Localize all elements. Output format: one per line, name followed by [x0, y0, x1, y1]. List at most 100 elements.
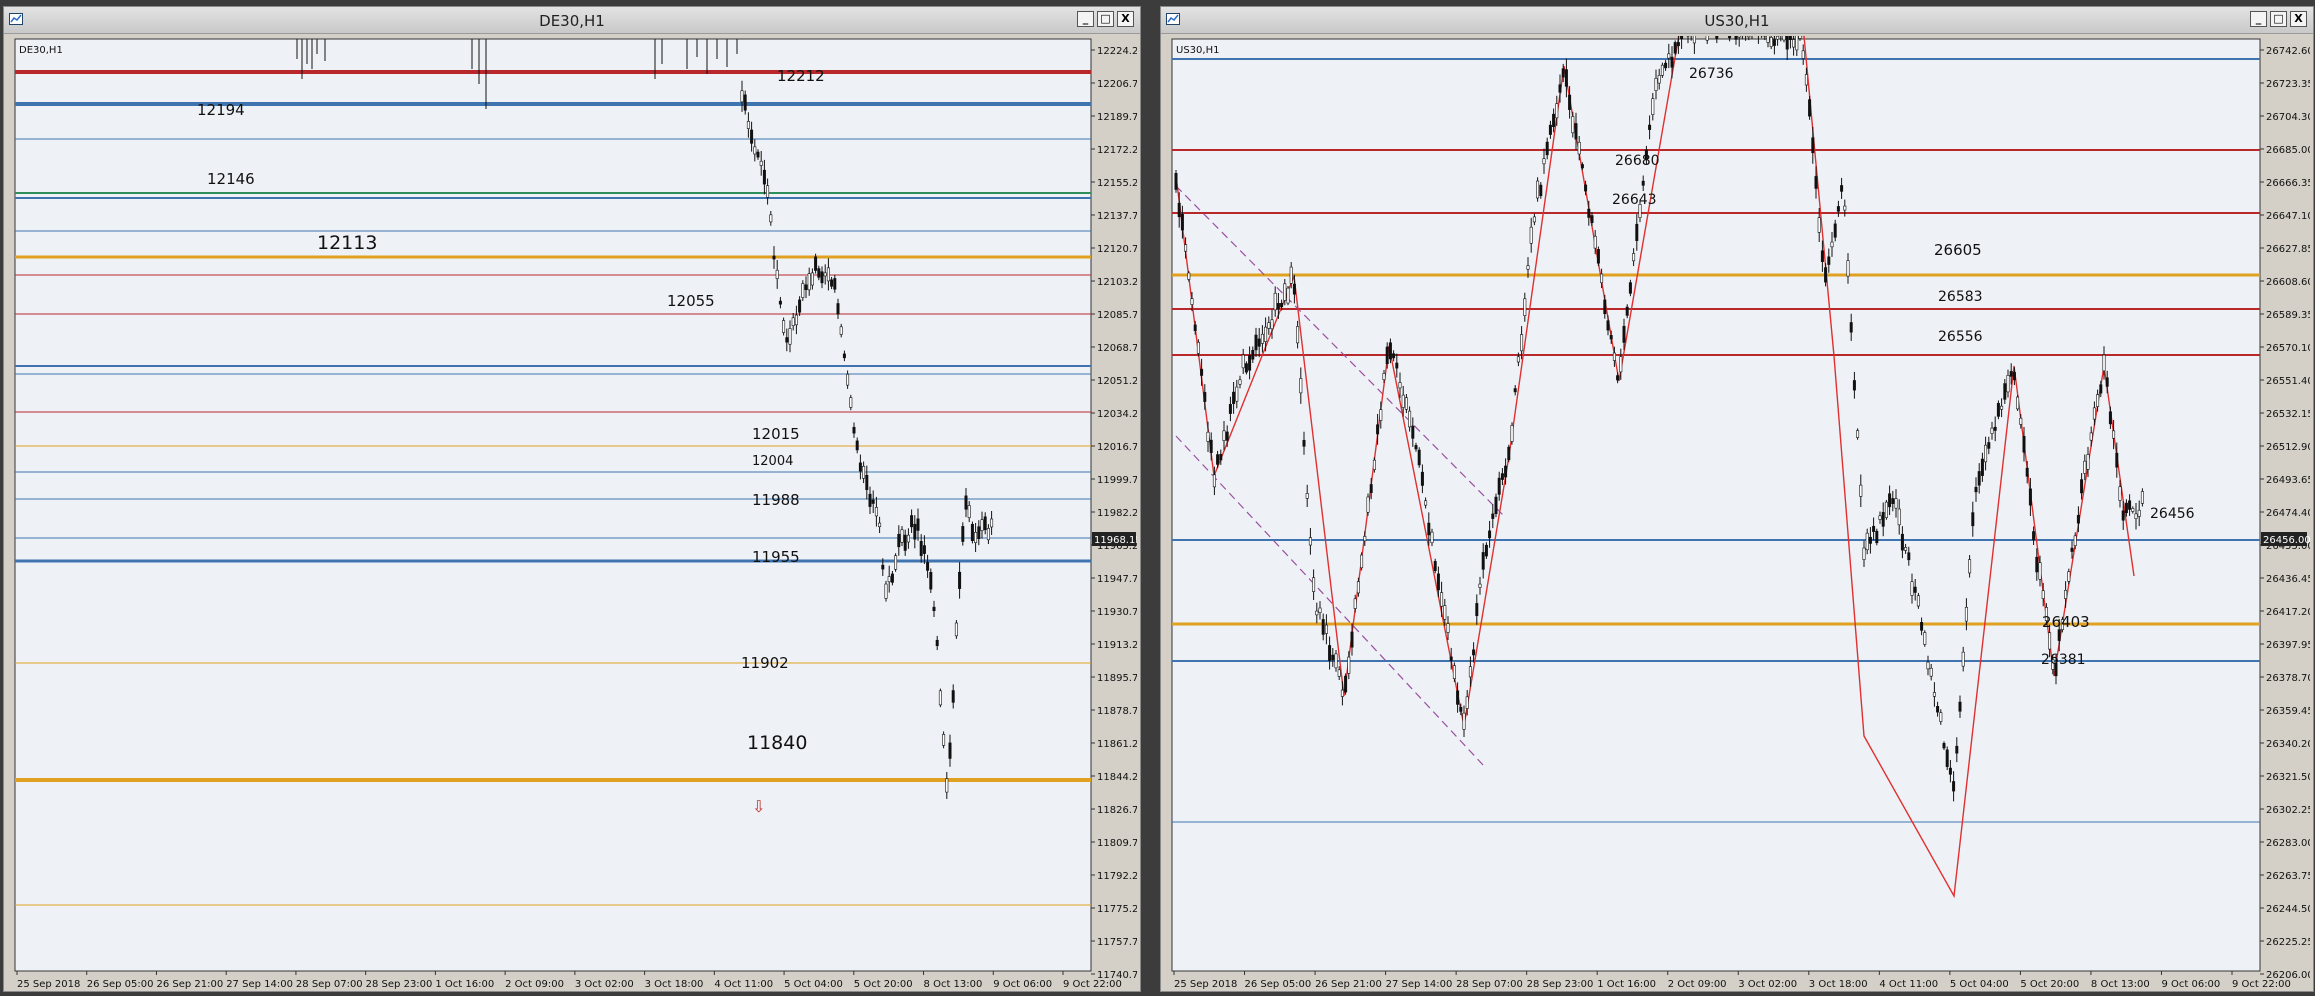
y-tick-label: 26302.25 — [2266, 805, 2310, 816]
candle-body — [1248, 355, 1252, 371]
candle-body — [1267, 322, 1271, 329]
candle-body — [1203, 392, 1207, 402]
candle-body — [798, 299, 802, 313]
minimize-button[interactable]: _ — [1077, 11, 1094, 27]
candle-body — [1846, 260, 1850, 277]
price-chart-us30[interactable]: 26736 26680 26643 26605 26583 26556 26456 26403… — [1164, 36, 2310, 990]
candle-body — [1462, 712, 1466, 730]
window-titlebar[interactable]: US30,H1 _ □ X — [1161, 7, 2313, 34]
candle-body — [906, 534, 910, 543]
candle-body — [932, 606, 936, 612]
candle-body — [1296, 326, 1300, 344]
candle-body — [1286, 287, 1290, 304]
x-tick-label: 3 Oct 02:00 — [575, 979, 634, 990]
candle-body — [1280, 302, 1284, 308]
candle-body — [1398, 382, 1402, 389]
x-tick-label: 9 Oct 22:00 — [2232, 979, 2291, 990]
candle-body — [1600, 273, 1604, 284]
candle-body — [1641, 180, 1645, 186]
x-tick-label: 4 Oct 11:00 — [714, 979, 773, 990]
minimize-button[interactable]: _ — [2250, 11, 2267, 27]
chart-window-us30[interactable]: US30,H1 _ □ X 26736 26680 26643 26605 26583 2… — [1160, 6, 2314, 992]
candle-body — [2076, 515, 2080, 524]
candle-body — [1958, 701, 1962, 712]
candle-body — [1404, 397, 1408, 410]
candle-body — [1619, 356, 1623, 373]
candle-body — [1321, 619, 1325, 635]
candle-body — [769, 214, 773, 223]
candle-body — [1260, 333, 1264, 344]
candle-body — [1484, 544, 1488, 557]
candle-body — [801, 283, 805, 298]
maximize-button[interactable]: □ — [2270, 11, 2287, 27]
candle-body — [1411, 425, 1415, 439]
candle-body — [1340, 689, 1344, 697]
candle-body — [2128, 500, 2132, 510]
candle-body — [1862, 547, 1866, 560]
candle-body — [2022, 435, 2026, 453]
candle-body — [871, 499, 875, 504]
candle-body — [1382, 373, 1386, 380]
candle-body — [1500, 473, 1504, 480]
candle-body — [1673, 42, 1677, 54]
y-tick-label: 11895.71 — [1097, 673, 1137, 684]
candle-body — [1193, 324, 1197, 331]
window-titlebar[interactable]: DE30,H1 _ □ X — [4, 7, 1140, 34]
y-tick-label: 11792.21 — [1097, 871, 1137, 882]
y-tick-label: 12155.21 — [1097, 178, 1137, 189]
level-label: 26583 — [1938, 289, 1983, 305]
candle-body — [942, 734, 946, 746]
candle-body — [1676, 42, 1680, 47]
candle-body — [1414, 445, 1418, 450]
candle-body — [1328, 645, 1332, 661]
candle-body — [1577, 141, 1581, 155]
candle-body — [1443, 605, 1447, 620]
candle-body — [1276, 303, 1280, 309]
candle-body — [1926, 661, 1930, 670]
candle-body — [1980, 458, 1984, 476]
candle-body — [2009, 371, 2013, 377]
y-tick-label: 12206.71 — [1097, 79, 1137, 90]
candle-body — [938, 690, 942, 706]
current-price-label: 26456.00 — [2263, 535, 2310, 546]
candle-body — [1974, 486, 1978, 493]
candle-body — [926, 562, 930, 571]
close-button[interactable]: X — [1117, 11, 1134, 27]
x-tick-label: 8 Oct 13:00 — [2091, 979, 2150, 990]
candle-body — [1401, 394, 1405, 408]
candle-body — [2112, 430, 2116, 439]
candle-body — [1798, 36, 1802, 39]
candle-body — [1344, 675, 1348, 693]
y-tick-label: 12085.71 — [1097, 310, 1137, 321]
candle-body — [804, 284, 808, 291]
y-tick-label: 26340.20 — [2266, 739, 2310, 750]
candle-body — [1558, 84, 1562, 93]
candle-body — [2137, 509, 2141, 517]
candle-body — [954, 622, 958, 637]
candle-body — [1948, 767, 1952, 775]
candle-body — [1353, 598, 1357, 609]
x-tick-label: 26 Sep 05:00 — [87, 979, 154, 990]
candle-body — [2003, 383, 2007, 400]
level-label: 26736 — [1689, 66, 1734, 82]
close-button[interactable]: X — [2290, 11, 2307, 27]
y-tick-label: 11947.71 — [1097, 574, 1137, 585]
y-tick-label: 26685.00 — [2266, 145, 2310, 156]
price-chart-de30[interactable]: 12212 12194 12146 12113 12055 12015 12004 11988… — [7, 36, 1137, 990]
candle-body — [1894, 498, 1898, 509]
candle-body — [1190, 298, 1194, 305]
maximize-button[interactable]: □ — [1097, 11, 1114, 27]
candle-body — [1542, 158, 1546, 165]
candle-body — [1254, 334, 1258, 351]
candle-body — [1609, 335, 1613, 340]
candle-body — [1440, 592, 1444, 607]
candle-body — [1584, 184, 1588, 192]
candle-body — [865, 474, 869, 491]
candle-body — [2070, 547, 2074, 552]
candle-body — [958, 571, 962, 589]
candle-body — [2048, 632, 2052, 650]
candle-body — [839, 326, 843, 335]
chart-window-de30[interactable]: DE30,H1 _ □ X 12212 12194 12146 12113 12055 1… — [3, 6, 1141, 992]
level-label: 12113 — [317, 232, 377, 254]
candle-body — [913, 523, 917, 540]
